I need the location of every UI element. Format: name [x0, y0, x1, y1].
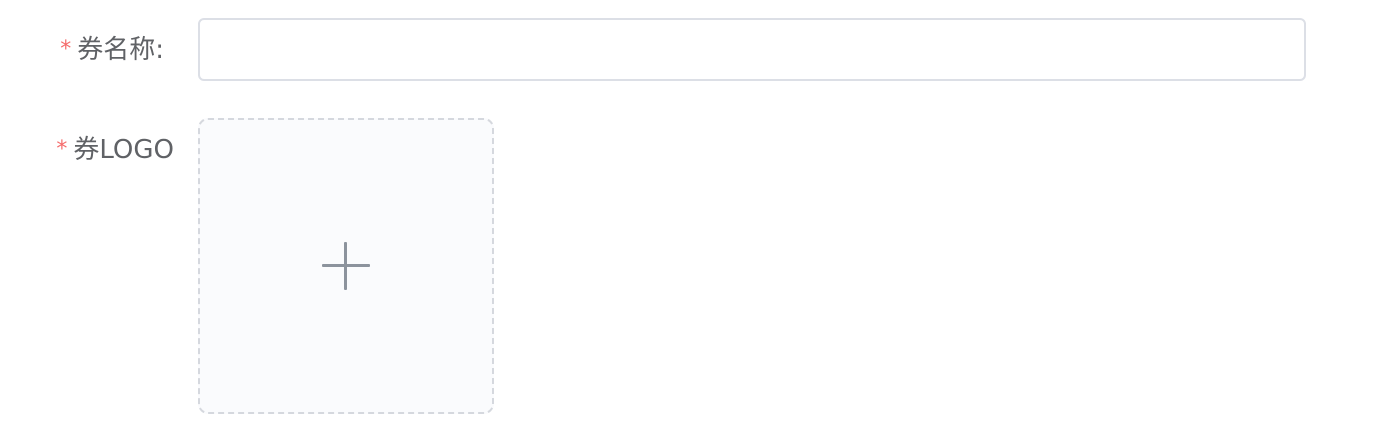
coupon-name-label: * 券名称: — [60, 18, 164, 82]
coupon-logo-label-box: * 券LOGO — [0, 118, 174, 182]
coupon-name-input[interactable] — [198, 18, 1306, 81]
required-asterisk: * — [60, 37, 72, 62]
coupon-logo-label-text: 券LOGO — [73, 135, 174, 165]
required-asterisk: * — [56, 137, 68, 162]
coupon-form: * 券名称: * 券LOGO — [0, 0, 1380, 434]
coupon-name-label-text: 券名称: — [77, 35, 164, 65]
coupon-name-label-box: * 券名称: — [0, 18, 164, 82]
coupon-logo-form-item: * 券LOGO — [0, 118, 1380, 414]
logo-upload-button[interactable] — [198, 118, 494, 414]
plus-icon — [322, 242, 370, 290]
coupon-logo-label: * 券LOGO — [56, 118, 174, 182]
coupon-name-form-item: * 券名称: — [0, 18, 1380, 82]
